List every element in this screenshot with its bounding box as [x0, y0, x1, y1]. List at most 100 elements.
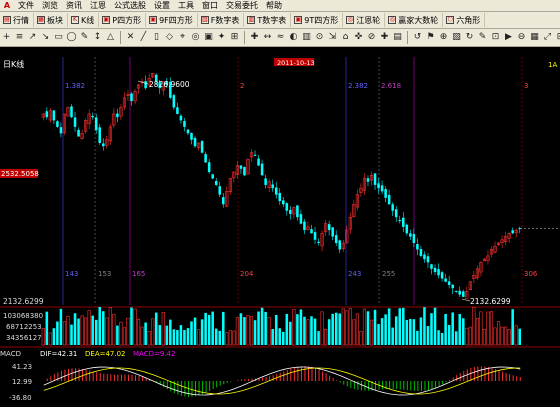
p-square-icon: ▣ [102, 16, 111, 24]
drawing-tool-icon[interactable]: ⊞ [229, 31, 240, 44]
volume-bar [518, 328, 522, 345]
kline-button[interactable]: K K线 [68, 13, 100, 27]
f-number-table-button[interactable]: ▥ F数字表 [198, 13, 245, 27]
time-axis-top [0, 47, 560, 56]
candle-body [331, 227, 334, 237]
drawing-tool-icon[interactable]: ⊕ [438, 31, 449, 44]
menu-tools[interactable]: 工具 [174, 0, 198, 11]
menu-browse[interactable]: 浏览 [38, 0, 62, 11]
volume-bar [62, 321, 67, 346]
drawing-tool-icon[interactable]: ▥ [301, 31, 312, 44]
menu-gann[interactable]: 江恩 [86, 0, 110, 11]
candle-body [440, 272, 444, 279]
drawing-tool-icon[interactable]: ▧ [451, 31, 462, 44]
t-number-table-button[interactable]: ▥ T数字表 [244, 13, 292, 27]
volume-bar [447, 325, 451, 345]
menu-file[interactable]: 文件 [14, 0, 38, 11]
volume-bar [409, 318, 412, 345]
drawing-tool-icon[interactable]: ↔ [262, 31, 273, 44]
quotes-button[interactable]: ▤ 行情 [0, 13, 34, 27]
drawing-tool-icon[interactable]: ▭ [53, 31, 64, 44]
drawing-tool-icon[interactable]: ≡ [14, 31, 25, 44]
drawing-tool-icon[interactable]: ⌖ [177, 31, 188, 44]
drawing-tool-icon[interactable]: ↘ [40, 31, 51, 44]
volume-bar [440, 332, 444, 345]
9t-square-button[interactable]: ▣ 9T四方形 [291, 13, 344, 27]
drawing-tool-icon[interactable]: + [1, 31, 12, 44]
menu-formula-picker[interactable]: 公式选股 [110, 0, 150, 11]
drawing-tool-icon[interactable]: ⊖ [516, 31, 527, 44]
drawing-tool-icon[interactable]: △ [105, 31, 116, 44]
drawing-tool-icon[interactable]: ◎ [190, 31, 201, 44]
volume-bar [122, 327, 127, 346]
gann-top-label: 2.618 [381, 82, 401, 90]
drawing-tool-icon[interactable]: ⇲ [327, 31, 338, 44]
drawing-tool-icon[interactable]: ▤ [392, 31, 403, 44]
volume-bar [419, 317, 423, 345]
hexagon-button[interactable]: ⬡ 六角形 [443, 13, 486, 27]
quotes-icon: ▤ [3, 16, 11, 24]
kline-label: K线 [81, 15, 95, 25]
volume-bar [45, 311, 49, 345]
menu-trade[interactable]: 交易委托 [222, 0, 262, 11]
p-square-button[interactable]: ▣ P四方形 [99, 13, 147, 27]
drawing-tool-icon[interactable]: ✕ [125, 31, 136, 44]
drawing-tool-icon[interactable]: ▶ [503, 31, 514, 44]
winner-wheel-button[interactable]: ◎ 贏家大数轮 [385, 13, 444, 27]
volume-bar [299, 309, 303, 345]
volume-bar [482, 328, 487, 346]
drawing-tool-icon[interactable]: ⊙ [314, 31, 325, 44]
drawing-tool-icon[interactable]: ✚ [379, 31, 390, 44]
candle-body [183, 121, 186, 127]
drawing-tool-icon[interactable]: ◇ [164, 31, 175, 44]
chart-area[interactable]: 日K线 1A 2011-10-13 2532.5058 1.382 2 2.382 2… [0, 47, 560, 407]
volume-bar [200, 319, 204, 345]
drawing-tool-icon[interactable]: ↻ [464, 31, 475, 44]
drawing-tool-icon[interactable]: ✜ [353, 31, 364, 44]
menu-news[interactable]: 资讯 [62, 0, 86, 11]
volume-bar [108, 307, 112, 346]
drawing-tool-icon[interactable]: ✎ [477, 31, 488, 44]
drawing-tool-icon[interactable]: ▯ [151, 31, 162, 44]
volume-bar [179, 325, 183, 345]
volume-bar [257, 311, 260, 345]
drawing-tool-icon[interactable]: ⊘ [366, 31, 377, 44]
9f-square-button[interactable]: ▣ 9F四方形 [146, 13, 198, 27]
drawing-tool-icon[interactable]: ◯ [66, 31, 77, 44]
drawing-tool-icon[interactable]: ✚ [249, 31, 260, 44]
candle-body [317, 241, 320, 244]
volume-bar [133, 308, 137, 346]
candle-body [98, 127, 102, 143]
drawing-tool-icon[interactable]: ⊟ [555, 31, 560, 44]
gann-wheel-button[interactable]: ◎ 江恩轮 [343, 13, 386, 27]
winner-wheel-icon: ◎ [388, 16, 397, 24]
drawing-tool-icon[interactable]: ↺ [412, 31, 423, 44]
drawing-tool-icon[interactable]: ⚑ [425, 31, 436, 44]
volume-bar [380, 318, 384, 345]
drawing-tool-icon[interactable]: ▣ [203, 31, 214, 44]
drawing-tool-icon[interactable]: ◐ [288, 31, 299, 44]
volume-bar [214, 328, 218, 345]
drawing-tool-icon[interactable]: ▦ [529, 31, 540, 44]
volume-bar [493, 327, 497, 346]
menu-help[interactable]: 帮助 [262, 0, 286, 11]
drawing-tool-icon[interactable]: ✎ [79, 31, 90, 44]
gann-top-label: 2 [240, 82, 244, 90]
candle-body [207, 162, 211, 173]
volume-bar [398, 308, 402, 345]
drawing-tool-icon[interactable]: ↕ [92, 31, 103, 44]
menu-settings[interactable]: 设置 [150, 0, 174, 11]
drawing-tool-icon[interactable]: ⊡ [490, 31, 501, 44]
macd-axis-mid: 12.99 [12, 378, 32, 386]
drawing-tool-icon[interactable]: ≈ [275, 31, 286, 44]
menu-window[interactable]: 窗口 [198, 0, 222, 11]
volume-bar [292, 309, 296, 346]
volume-bar [324, 329, 328, 346]
volume-bar [496, 321, 501, 346]
drawing-tool-icon[interactable]: ╱ [138, 31, 149, 44]
sector-button[interactable]: ▦ 板块 [34, 13, 68, 27]
drawing-tool-icon[interactable]: ↗ [27, 31, 38, 44]
drawing-tool-icon[interactable]: ⤢ [542, 31, 553, 44]
drawing-tool-icon[interactable]: ⌂ [340, 31, 351, 44]
drawing-tool-icon[interactable]: ✦ [216, 31, 227, 44]
